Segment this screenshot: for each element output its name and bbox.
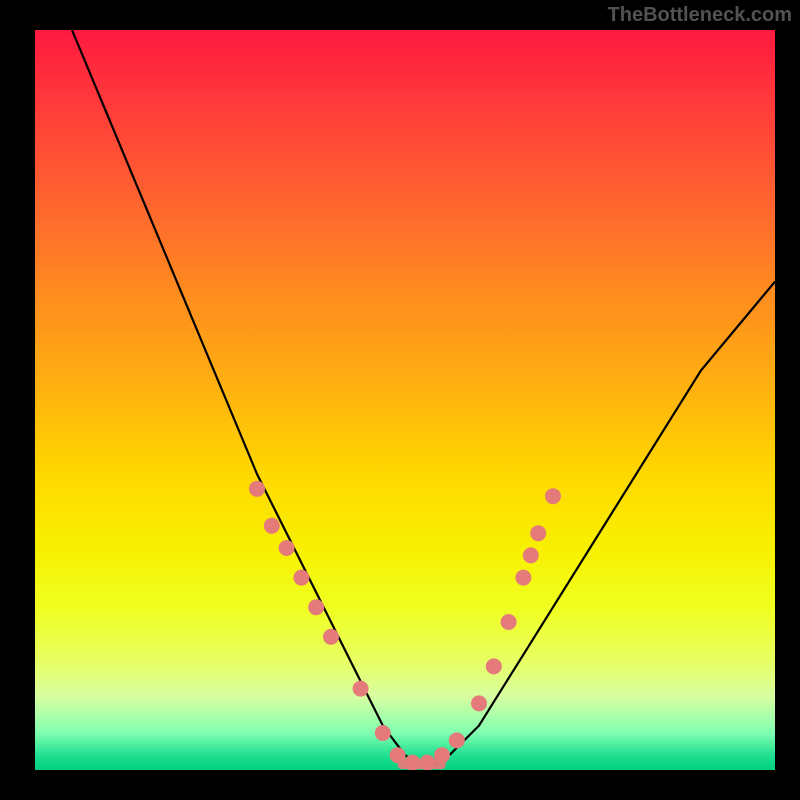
chart-container: TheBottleneck.com xyxy=(0,0,800,800)
watermark-text: TheBottleneck.com xyxy=(608,4,792,27)
plot-gradient-background xyxy=(35,30,775,770)
